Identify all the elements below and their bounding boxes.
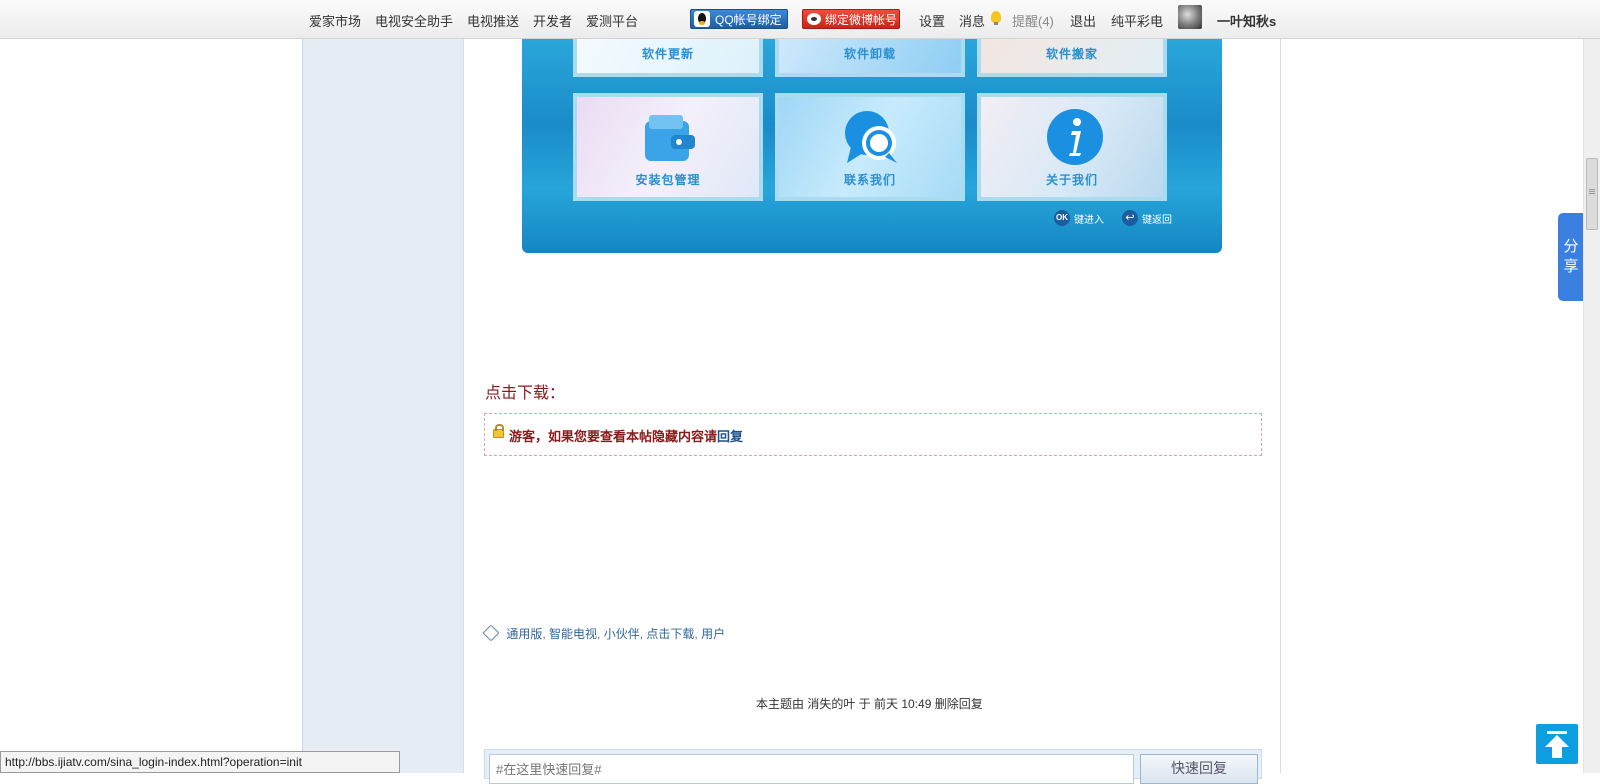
tv-tile-about-us: 关于我们 (977, 93, 1167, 201)
avatar[interactable] (1178, 5, 1202, 29)
username[interactable]: 一叶知秋s (1217, 11, 1276, 30)
download-heading: 点击下载： (485, 385, 566, 402)
tag-link[interactable]: 智能电视 (549, 627, 597, 641)
nav-item-test-platform[interactable]: 爱测平台 (586, 11, 638, 30)
tag-link[interactable]: 通用版 (506, 627, 542, 641)
top-navigation-bar: 爱家市场 电视安全助手 电视推送 开发者 爱测平台 QQ帐号绑定 绑定微博帐号 … (0, 0, 1600, 39)
settings-link[interactable]: 设置 (919, 11, 945, 30)
reply-link[interactable]: 回复 (717, 429, 743, 444)
lock-icon (493, 424, 504, 438)
quick-reply-button[interactable]: 快速回复 (1140, 754, 1258, 784)
tv-tile-software-move: 软件搬家 (977, 39, 1167, 77)
chat-bubbles-icon (845, 111, 897, 163)
scrollbar-thumb[interactable] (1586, 158, 1598, 230)
username-link[interactable]: 纯平彩电 (1111, 11, 1163, 30)
tv-tile-contact-us: 联系我们 (775, 93, 965, 201)
nav-item-security-assistant[interactable]: 电视安全助手 (375, 11, 453, 30)
tv-tile-software-uninstall: 软件卸载 (775, 39, 965, 77)
logout-link[interactable]: 退出 (1070, 11, 1096, 30)
weibo-icon (807, 13, 821, 25)
wallet-icon (645, 115, 695, 161)
weibo-bind-button[interactable]: 绑定微博帐号 (802, 9, 900, 29)
back-hint-text: 键返回 (1142, 215, 1172, 226)
info-icon (1047, 109, 1103, 165)
left-sidebar-column (302, 39, 464, 773)
nav-item-market[interactable]: 爱家市场 (309, 11, 361, 30)
tv-tile-software-update: 软件更新 (573, 39, 763, 77)
tv-menu-screenshot: 软件更新 软件卸载 软件搬家 安装包管理 联系我们 关于我们 OK 键进入 ↩ … (522, 39, 1222, 253)
tag-link[interactable]: 点击下载 (646, 627, 694, 641)
moderation-note: 本主题由 消失的叶 于 前天 10:49 删除回复 (756, 697, 983, 711)
ok-key-icon: OK (1054, 210, 1070, 226)
lightbulb-icon (991, 11, 1001, 25)
vertical-scrollbar[interactable] (1583, 0, 1600, 773)
back-to-top-button[interactable] (1536, 724, 1578, 764)
share-button[interactable]: 分 享 (1558, 213, 1584, 301)
hidden-content-notice: 游客，如果您要查看本帖隐藏内容请回复 (484, 413, 1262, 456)
nav-item-developer[interactable]: 开发者 (533, 11, 572, 30)
qq-penguin-icon (694, 11, 710, 27)
quick-reply-input[interactable] (489, 754, 1134, 784)
status-bar-url: http://bbs.ijiatv.com/sina_login-index.h… (0, 751, 400, 773)
messages-link[interactable]: 消息 (959, 11, 985, 30)
hidden-notice-text: 游客，如果您要查看本帖隐藏内容请 (509, 429, 718, 444)
ok-hint-text: 键进入 (1074, 215, 1104, 226)
qq-bind-button[interactable]: QQ帐号绑定 (690, 9, 788, 29)
tag-list: 通用版, 智能电视, 小伙伴, 点击下载, 用户 (482, 624, 725, 642)
reminders-link[interactable]: 提醒(4) (1012, 11, 1054, 30)
tv-tile-package-manager: 安装包管理 (573, 93, 763, 201)
back-key-icon: ↩ (1122, 210, 1138, 226)
tag-icon (482, 624, 500, 642)
tag-link[interactable]: 小伙伴 (604, 627, 640, 641)
quick-reply-bar: 快速回复 (484, 749, 1262, 784)
tag-link[interactable]: 用户 (701, 627, 725, 641)
nav-item-tv-push[interactable]: 电视推送 (467, 11, 519, 30)
